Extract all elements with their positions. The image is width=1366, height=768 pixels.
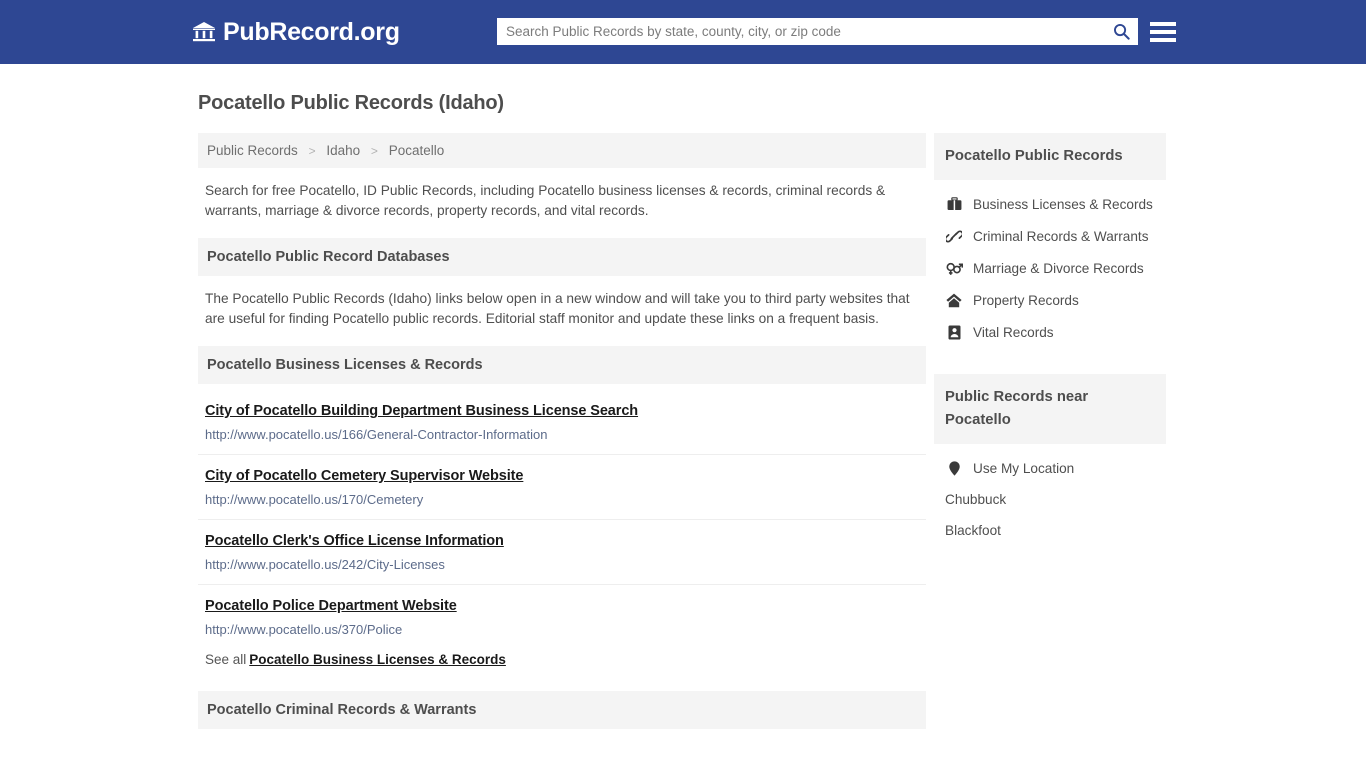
main-content: Public Records > Idaho > Pocatello Searc… <box>198 133 926 729</box>
see-all-row: See all Pocatello Business Licenses & Rec… <box>198 649 926 677</box>
content-columns: Public Records > Idaho > Pocatello Searc… <box>198 133 1166 729</box>
record-title-link[interactable]: City of Pocatello Cemetery Supervisor We… <box>205 468 523 484</box>
search-input[interactable] <box>497 18 1104 45</box>
breadcrumb: Public Records > Idaho > Pocatello <box>198 133 926 168</box>
breadcrumb-item-idaho[interactable]: Idaho <box>326 143 360 158</box>
sidebar-item-blackfoot[interactable]: Blackfoot <box>934 515 1166 546</box>
sidebar-item-label: Criminal Records & Warrants <box>973 228 1149 244</box>
criminal-section-heading: Pocatello Criminal Records & Warrants <box>198 691 926 729</box>
see-all-prefix: See all <box>205 652 247 667</box>
sidebar-nearby-heading: Public Records near Pocatello <box>934 374 1166 444</box>
sidebar-item-label: Use My Location <box>973 460 1075 476</box>
sidebar-item-business-licenses[interactable]: Business Licenses & Records <box>934 188 1166 220</box>
id-card-icon <box>945 324 963 340</box>
record-url-link[interactable]: http://www.pocatello.us/242/City-License… <box>205 557 920 572</box>
search-button[interactable] <box>1104 18 1138 45</box>
map-marker-icon <box>945 460 963 476</box>
sidebar: Pocatello Public Records Business Licens… <box>934 133 1166 550</box>
site-header: PubRecord.org <box>0 0 1366 64</box>
business-section-heading: Pocatello Business Licenses & Records <box>198 346 926 384</box>
record-title-link[interactable]: Pocatello Clerk's Office License Informa… <box>205 533 504 549</box>
databases-heading: Pocatello Public Record Databases <box>198 238 926 276</box>
record-row: Pocatello Police Department Website http… <box>198 585 926 649</box>
sidebar-nearby-card: Public Records near Pocatello Use My Loc… <box>934 374 1166 550</box>
sidebar-nearby-list: Use My Location Chubbuck Blackfoot <box>934 444 1166 550</box>
search-bar <box>497 18 1138 45</box>
sidebar-item-chubbuck[interactable]: Chubbuck <box>934 484 1166 515</box>
sidebar-item-label: Marriage & Divorce Records <box>973 260 1144 276</box>
hamburger-menu-icon <box>1150 38 1176 42</box>
bank-building-icon <box>193 22 215 42</box>
sidebar-item-label: Property Records <box>973 292 1079 308</box>
sidebar-item-label: Vital Records <box>973 324 1054 340</box>
site-logo-text: PubRecord.org <box>223 17 400 46</box>
breadcrumb-separator: > <box>308 144 316 158</box>
sidebar-item-marriage-divorce[interactable]: Marriage & Divorce Records <box>934 252 1166 284</box>
record-row: City of Pocatello Cemetery Supervisor We… <box>198 455 926 520</box>
record-row: City of Pocatello Building Department Bu… <box>198 390 926 455</box>
hamburger-menu-button[interactable] <box>1150 18 1176 46</box>
sidebar-item-criminal-records[interactable]: Criminal Records & Warrants <box>934 220 1166 252</box>
chain-link-icon <box>945 228 963 244</box>
sidebar-records-list: Business Licenses & Records Criminal Rec… <box>934 180 1166 352</box>
home-icon <box>945 292 963 308</box>
sidebar-item-vital-records[interactable]: Vital Records <box>934 316 1166 348</box>
page-body: Pocatello Public Records (Idaho) Public … <box>0 64 1366 729</box>
record-title-link[interactable]: City of Pocatello Building Department Bu… <box>205 403 638 419</box>
sidebar-records-card: Pocatello Public Records Business Licens… <box>934 133 1166 352</box>
briefcase-icon <box>945 196 963 212</box>
record-url-link[interactable]: http://www.pocatello.us/370/Police <box>205 622 920 637</box>
sidebar-item-label: Business Licenses & Records <box>973 196 1153 212</box>
see-all-business-licenses-link[interactable]: Pocatello Business Licenses & Records <box>249 652 506 667</box>
record-url-link[interactable]: http://www.pocatello.us/166/General-Cont… <box>205 427 920 442</box>
breadcrumb-separator: > <box>370 144 378 158</box>
sidebar-item-label: Chubbuck <box>945 492 1007 507</box>
databases-paragraph: The Pocatello Public Records (Idaho) lin… <box>205 291 910 326</box>
sidebar-item-property-records[interactable]: Property Records <box>934 284 1166 316</box>
page-title: Pocatello Public Records (Idaho) <box>198 92 504 114</box>
sidebar-item-use-my-location[interactable]: Use My Location <box>934 452 1166 484</box>
hamburger-menu-icon <box>1150 22 1176 26</box>
breadcrumb-item-public-records[interactable]: Public Records <box>207 143 298 158</box>
record-url-link[interactable]: http://www.pocatello.us/170/Cemetery <box>205 492 920 507</box>
business-records-list: City of Pocatello Building Department Bu… <box>198 390 926 649</box>
hamburger-menu-icon <box>1150 30 1176 34</box>
sidebar-records-heading: Pocatello Public Records <box>934 133 1166 180</box>
site-logo[interactable]: PubRecord.org <box>192 17 400 46</box>
breadcrumb-item-pocatello[interactable]: Pocatello <box>389 143 445 158</box>
record-title-link[interactable]: Pocatello Police Department Website <box>205 598 457 614</box>
search-icon <box>1113 24 1130 40</box>
intro-paragraph: Search for free Pocatello, ID Public Rec… <box>205 183 886 218</box>
sidebar-item-label: Blackfoot <box>945 523 1001 538</box>
venus-mars-icon <box>945 260 963 276</box>
record-row: Pocatello Clerk's Office License Informa… <box>198 520 926 585</box>
